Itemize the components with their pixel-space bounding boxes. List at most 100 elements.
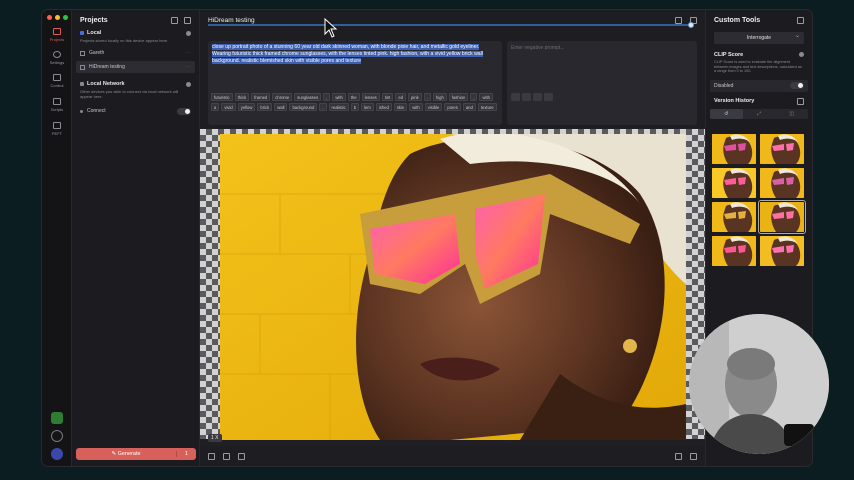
help-icon[interactable]	[51, 430, 63, 442]
prompt-token[interactable]: ed	[395, 93, 407, 101]
info-icon[interactable]	[186, 81, 191, 87]
clip-score-title: CLIP Score	[714, 52, 744, 58]
adjust-icon[interactable]	[208, 453, 215, 460]
prompt-token[interactable]: framed	[251, 93, 271, 101]
prompt-token[interactable]: with	[332, 93, 346, 101]
rail-label: PEFT	[51, 131, 63, 136]
prompt-token[interactable]: thick	[234, 93, 250, 101]
connect-toggle[interactable]	[177, 107, 191, 115]
prompt-token[interactable]: tint	[381, 93, 394, 101]
prompt-token[interactable]: .	[319, 103, 327, 111]
filter-icon[interactable]	[171, 16, 178, 24]
prompt-token[interactable]: texture	[477, 103, 497, 111]
brush-icon[interactable]	[522, 93, 531, 101]
options-icon[interactable]	[544, 93, 553, 101]
image-canvas[interactable]: 1 X	[200, 128, 705, 446]
version-thumbnail[interactable]	[712, 236, 756, 266]
project-item-gareth[interactable]: Gareth ···	[76, 47, 195, 59]
rail-item-control[interactable]: Control	[42, 74, 72, 88]
info-icon[interactable]	[799, 52, 804, 57]
close-window-button[interactable]	[47, 15, 52, 20]
prompt-token[interactable]: wall	[274, 103, 288, 111]
version-thumbnail[interactable]	[758, 200, 806, 234]
zoom-indicator[interactable]: 1 X	[208, 434, 222, 442]
prompt-token[interactable]: background	[289, 103, 318, 111]
prompt-token[interactable]: high	[432, 93, 447, 101]
prompt-text[interactable]: close up portrait photo of a stunning 60…	[212, 44, 483, 64]
grid-icon[interactable]	[797, 97, 804, 105]
more-icon[interactable]: ···	[186, 64, 191, 70]
local-title: Local	[87, 30, 102, 36]
clip-status-label: Disabled	[714, 82, 734, 89]
more-icon[interactable]: ···	[186, 50, 191, 56]
info-icon[interactable]	[186, 30, 191, 36]
progress-bar[interactable]	[208, 22, 694, 28]
projects-header: Projects	[72, 10, 199, 30]
prompt-token[interactable]: with	[409, 103, 423, 111]
file-icon[interactable]	[675, 453, 682, 460]
custom-tools-header: Custom Tools	[706, 10, 812, 30]
status-icon[interactable]	[51, 412, 63, 424]
minimize-window-button[interactable]	[55, 15, 60, 20]
prompt-token[interactable]: with	[479, 93, 493, 101]
prompt-token[interactable]: pores	[444, 103, 461, 111]
prompt-token[interactable]: fashion	[448, 93, 469, 101]
sidebar-toggle-icon[interactable]	[797, 16, 804, 24]
progress-knob[interactable]	[688, 22, 694, 28]
negative-prompt-field[interactable]: Enter negative prompt...	[507, 41, 697, 125]
version-thumbnail[interactable]	[712, 202, 756, 232]
prompt-token[interactable]: sunglasses	[294, 93, 322, 101]
project-item-hidream-testing[interactable]: HiDream testing ···	[76, 61, 195, 73]
maximize-window-button[interactable]	[63, 15, 68, 20]
project-icon	[80, 50, 85, 56]
rail-item-peft[interactable]: PEFT	[42, 122, 72, 136]
menu-icon[interactable]	[533, 93, 542, 101]
layers-tab[interactable]: ◫	[775, 109, 808, 119]
rail-item-projects[interactable]: Projects	[42, 28, 72, 42]
eraser-icon[interactable]	[223, 453, 230, 460]
export-icon[interactable]	[690, 453, 697, 460]
prompt-token[interactable]: .	[423, 93, 431, 101]
version-thumbnail[interactable]	[760, 236, 804, 266]
account-icon[interactable]	[51, 448, 63, 460]
prompt-token[interactable]: realistic	[328, 103, 349, 111]
version-thumbnail[interactable]	[760, 134, 804, 164]
download-icon[interactable]	[675, 16, 682, 24]
new-project-icon[interactable]	[184, 16, 191, 24]
prompt-token[interactable]: ,	[470, 93, 478, 101]
prompt-token[interactable]: ,	[323, 93, 331, 101]
version-thumbnail[interactable]	[760, 168, 804, 198]
generated-image[interactable]	[220, 134, 686, 440]
prompt-field[interactable]: close up portrait photo of a stunning 60…	[208, 41, 502, 125]
version-thumbnail[interactable]	[712, 134, 756, 164]
prompt-token[interactable]: b	[350, 103, 360, 111]
clip-toggle[interactable]	[790, 82, 804, 90]
prompt-token[interactable]: ished	[375, 103, 392, 111]
prompt-token[interactable]: skin	[393, 103, 408, 111]
prompt-token[interactable]: a	[211, 103, 220, 111]
prompt-token[interactable]: vivid	[221, 103, 236, 111]
prompt-token[interactable]: chrome	[272, 93, 293, 101]
interrogate-select[interactable]: Interrogate	[714, 32, 804, 44]
history-tab[interactable]: ↺	[710, 108, 743, 119]
generate-button[interactable]: ✎ Generate 1	[76, 448, 196, 460]
prompt-token[interactable]: futuristic	[211, 93, 233, 101]
image-icon[interactable]	[511, 93, 520, 101]
generate-count[interactable]: 1	[176, 451, 196, 457]
prompt-token[interactable]: the	[347, 93, 360, 101]
rail-item-settings[interactable]: Settings	[42, 51, 72, 65]
prompt-token[interactable]: brick	[257, 103, 273, 111]
prompt-token[interactable]: lenses	[361, 93, 380, 101]
prompt-token[interactable]: yellow	[237, 103, 256, 111]
local-section: Local Projects stored locally on this de…	[72, 30, 199, 43]
prompt-token[interactable]: pink	[408, 93, 422, 101]
token-list: futuristic thick framed chrome sunglasses, wi…	[211, 93, 499, 111]
prompt-token[interactable]: and	[462, 103, 476, 111]
prompt-token[interactable]: lem	[361, 103, 374, 111]
prompt-token[interactable]: visible	[424, 103, 443, 111]
version-thumbnail[interactable]	[712, 168, 756, 198]
stamp-icon[interactable]	[238, 453, 245, 460]
rail-item-scripts[interactable]: Scripts	[42, 98, 72, 112]
generate-label: Generate	[117, 451, 141, 457]
expand-tab[interactable]: ⤢	[743, 109, 776, 119]
